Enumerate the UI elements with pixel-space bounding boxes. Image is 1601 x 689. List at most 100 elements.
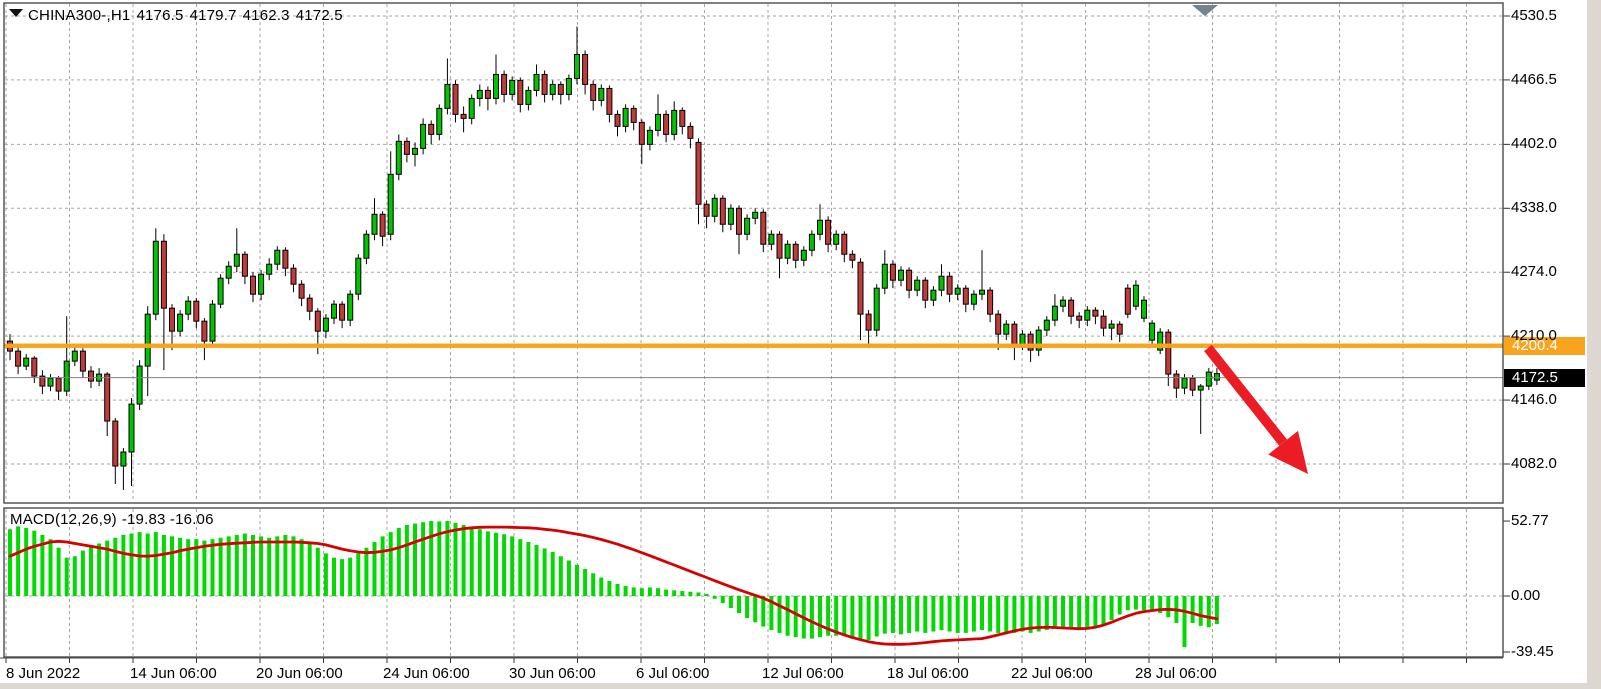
time-axis-label: 28 Jul 06:00 — [1135, 665, 1217, 682]
candles-layer — [8, 26, 1220, 489]
candle — [461, 114, 466, 118]
candle — [348, 294, 353, 320]
current-price-tag: 4172.5 — [1504, 369, 1585, 387]
candle — [607, 88, 612, 114]
candle — [477, 90, 482, 98]
candle — [793, 244, 798, 260]
candle — [1142, 300, 1147, 318]
candle — [664, 114, 669, 134]
candle — [72, 351, 77, 361]
candle — [1052, 306, 1057, 320]
candle — [850, 254, 855, 260]
price-axis-label: 4338.0 — [1511, 199, 1557, 217]
candle — [64, 361, 69, 391]
candle — [988, 290, 993, 314]
candle — [16, 351, 21, 366]
symbol-period-label: CHINA300-,H1 — [28, 7, 130, 24]
candle — [858, 262, 863, 314]
candle — [259, 274, 264, 294]
candle — [955, 288, 960, 294]
candle — [307, 298, 312, 311]
candle — [1206, 372, 1211, 386]
macd-signal-line — [10, 527, 1217, 644]
time-axis-label: 12 Jul 06:00 — [762, 665, 844, 682]
candle — [720, 198, 725, 224]
candle — [575, 54, 580, 78]
candle — [672, 110, 677, 134]
time-axis-label: 22 Jul 06:00 — [1011, 665, 1093, 682]
candle — [947, 276, 952, 294]
candle — [818, 220, 823, 234]
candle — [963, 288, 968, 304]
candle — [1133, 285, 1138, 306]
candle — [453, 84, 458, 114]
candle — [356, 258, 361, 294]
candle — [129, 404, 134, 452]
candle — [234, 254, 239, 266]
candle — [939, 276, 944, 290]
candle — [299, 284, 304, 298]
candle — [226, 266, 231, 278]
candle — [1012, 324, 1017, 344]
scroll-marker-icon[interactable] — [1192, 5, 1218, 16]
candle — [1150, 323, 1155, 340]
candle — [971, 294, 976, 304]
time-axis-label: 30 Jun 06:00 — [509, 665, 596, 682]
candle — [923, 280, 928, 300]
candle — [421, 124, 426, 148]
candle — [842, 234, 847, 254]
candle — [161, 241, 166, 308]
candle — [291, 268, 296, 284]
candle — [639, 122, 644, 144]
time-axis-label: 18 Jul 06:00 — [887, 665, 969, 682]
candle — [332, 304, 337, 318]
candle — [688, 126, 693, 138]
candle — [558, 84, 563, 94]
candle — [1174, 374, 1179, 388]
price-axis-label: 4082.0 — [1511, 455, 1557, 473]
candle — [915, 280, 920, 290]
time-axis-label: 6 Jul 06:00 — [636, 665, 709, 682]
candle — [113, 421, 118, 466]
candle — [24, 358, 29, 366]
candle — [210, 304, 215, 341]
candle — [202, 321, 207, 341]
macd-name: MACD(12,26,9) — [10, 511, 117, 528]
candle — [696, 142, 701, 204]
candle — [753, 212, 758, 218]
candle — [834, 234, 839, 244]
price-axis-label: 4466.5 — [1511, 71, 1557, 89]
candle — [907, 270, 912, 290]
macd-indicator-label: MACD(12,26,9)-19.83 -16.06 — [10, 511, 219, 529]
ohlc-high: 4179.7 — [190, 7, 237, 24]
candle — [526, 90, 531, 104]
candle — [105, 374, 110, 421]
candle — [631, 108, 636, 122]
candle — [866, 314, 871, 330]
candle — [121, 452, 126, 466]
candle — [485, 90, 490, 98]
candle — [745, 218, 750, 234]
candle — [647, 130, 652, 144]
candle — [890, 264, 895, 280]
candle — [591, 84, 596, 100]
candle — [1182, 378, 1187, 388]
candle — [542, 74, 547, 94]
pane-borders — [0, 3, 1503, 658]
candle — [931, 290, 936, 300]
chart-title: CHINA300-,H14176.54179.74162.34172.5 — [28, 7, 349, 25]
candle — [315, 311, 320, 331]
candle — [56, 378, 61, 391]
candle — [996, 314, 1001, 334]
horizontal-level-line[interactable] — [4, 344, 1503, 348]
candle — [218, 278, 223, 304]
candle — [80, 351, 85, 371]
candle — [615, 114, 620, 126]
candle — [777, 234, 782, 258]
candle — [1125, 288, 1130, 314]
chart-window: CHINA300-,H14176.54179.74162.34172.5 MAC… — [0, 0, 1601, 689]
chart-surface[interactable] — [0, 0, 1601, 689]
candle — [728, 208, 733, 224]
candle — [1117, 324, 1122, 334]
candle — [1069, 300, 1074, 316]
